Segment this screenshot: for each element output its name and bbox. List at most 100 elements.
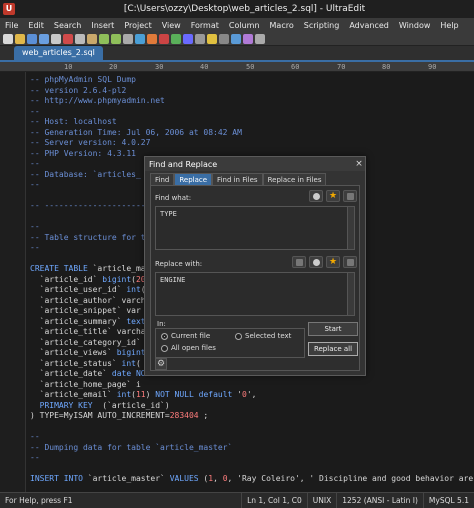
code-line[interactable]: -- xyxy=(30,159,40,168)
menu-insert[interactable]: Insert xyxy=(86,21,119,30)
tab-find[interactable]: Find xyxy=(150,173,175,185)
code-line[interactable]: -- phpMyAdmin SQL Dump xyxy=(30,75,136,84)
tab-web-articles[interactable]: web_articles_2.sql xyxy=(14,46,103,60)
menu-edit[interactable]: Edit xyxy=(23,21,49,30)
tab-replace[interactable]: Replace xyxy=(174,173,213,185)
code-line[interactable]: `article_views` bigint xyxy=(30,348,146,357)
stop-icon[interactable] xyxy=(159,33,169,44)
hex-icon[interactable] xyxy=(219,33,229,44)
paste-icon[interactable] xyxy=(87,33,97,44)
menu-window[interactable]: Window xyxy=(394,21,436,30)
menu-macro[interactable]: Macro xyxy=(265,21,299,30)
code-line[interactable]: -- Table structure for t xyxy=(30,233,146,242)
find-what-input[interactable]: TYPE xyxy=(155,206,355,250)
status-syntax[interactable]: MySQL 5.1 xyxy=(422,492,474,508)
code-line[interactable]: -- xyxy=(30,243,40,252)
redo-icon[interactable] xyxy=(111,33,121,44)
menu-file[interactable]: File xyxy=(0,21,23,30)
code-line[interactable]: -- http://www.phpmyadmin.net xyxy=(30,96,165,105)
code-line[interactable]: `article_category_id` xyxy=(30,338,141,347)
copy-icon[interactable] xyxy=(75,33,85,44)
run-icon[interactable] xyxy=(171,33,181,44)
menu-scripting[interactable]: Scripting xyxy=(299,21,345,30)
code-line[interactable]: `article_email` int(11) NOT NULL default… xyxy=(30,390,257,399)
code-line[interactable]: -- Dumping data for table `article_maste… xyxy=(30,443,232,452)
code-line[interactable]: ) TYPE=MyISAM AUTO_INCREMENT=283404 ; xyxy=(30,411,208,420)
replace-options-icon[interactable] xyxy=(343,256,357,268)
radio-current-file[interactable] xyxy=(161,332,168,340)
find-scrollbar[interactable] xyxy=(347,207,354,249)
ftp-icon[interactable] xyxy=(231,33,241,44)
undo-icon[interactable] xyxy=(99,33,109,44)
settings-icon[interactable] xyxy=(255,33,265,44)
replace-icon[interactable] xyxy=(135,33,145,44)
code-line[interactable]: PRIMARY KEY (`article_id`) xyxy=(30,401,170,410)
find-icon[interactable] xyxy=(123,33,133,44)
code-line[interactable]: -- xyxy=(30,222,40,231)
replace-scrollbar[interactable] xyxy=(347,273,354,315)
code-line[interactable]: `article_date` date NO xyxy=(30,369,146,378)
options-icon[interactable] xyxy=(343,190,357,202)
menu-view[interactable]: View xyxy=(157,21,186,30)
code-line[interactable]: `article_snippet` var xyxy=(30,306,141,315)
code-line[interactable]: -- Server version: 4.0.27 xyxy=(30,138,150,147)
new-file-icon[interactable] xyxy=(3,33,13,44)
cut-icon[interactable] xyxy=(63,33,73,44)
code-line[interactable]: `article_author` varch xyxy=(30,296,146,305)
code-line[interactable]: `article_status` int( xyxy=(30,359,141,368)
radio-selected-text[interactable] xyxy=(235,332,242,340)
scope-all-open-files[interactable]: All open files xyxy=(161,344,216,352)
scope-current-file[interactable]: Current file xyxy=(161,332,210,340)
macro-icon[interactable] xyxy=(243,33,253,44)
status-line-ending[interactable]: UNIX xyxy=(306,492,336,508)
code-line[interactable]: -- xyxy=(30,107,40,116)
menu-search[interactable]: Search xyxy=(49,21,86,30)
menu-advanced[interactable]: Advanced xyxy=(344,21,394,30)
code-line[interactable]: -- Database: `articles_ xyxy=(30,170,141,179)
menu-help[interactable]: Help xyxy=(435,21,463,30)
menu-project[interactable]: Project xyxy=(119,21,156,30)
gear-icon[interactable]: ⚙ xyxy=(155,358,167,370)
open-folder-icon[interactable] xyxy=(15,33,25,44)
ultraedit-app-icon[interactable]: U xyxy=(3,3,15,15)
code-line[interactable]: `article_id` bigint(20 xyxy=(30,275,146,284)
browser-icon[interactable] xyxy=(147,33,157,44)
replace-case-icon[interactable] xyxy=(292,256,306,268)
code-line[interactable]: -- Host: localhost xyxy=(30,117,117,126)
code-line[interactable]: `article_user_id` int( xyxy=(30,285,146,294)
code-line[interactable]: -- xyxy=(30,453,40,462)
menu-column[interactable]: Column xyxy=(224,21,265,30)
line-number-gutter[interactable] xyxy=(0,72,26,492)
code-line[interactable]: INSERT INTO `article_master` VALUES (1, … xyxy=(30,474,473,483)
replace-favorites-star-icon[interactable]: ★ xyxy=(326,256,340,268)
code-line[interactable]: `article_summary` text xyxy=(30,317,146,326)
favorites-star-icon[interactable]: ★ xyxy=(326,190,340,202)
code-line[interactable]: `article_title` varcha xyxy=(30,327,146,336)
replace-regex-icon[interactable] xyxy=(309,256,323,268)
close-icon[interactable]: × xyxy=(353,158,365,170)
regex-icon[interactable] xyxy=(309,190,323,202)
code-line[interactable]: `article_home_page` i xyxy=(30,380,141,389)
status-encoding[interactable]: 1252 (ANSI - Latin I) xyxy=(336,492,423,508)
code-line[interactable]: -- xyxy=(30,432,40,441)
bookmark-icon[interactable] xyxy=(207,33,217,44)
start-button[interactable]: Start xyxy=(308,322,358,336)
save-icon[interactable] xyxy=(27,33,37,44)
dialog-title-bar[interactable]: Find and Replace × xyxy=(145,157,365,171)
code-line[interactable]: CREATE TABLE `article_ma xyxy=(30,264,146,273)
radio-all-open-files[interactable] xyxy=(161,344,168,352)
print-icon[interactable] xyxy=(51,33,61,44)
replace-with-input[interactable]: ENGINE xyxy=(155,272,355,316)
tab-replace-in-files[interactable]: Replace in Files xyxy=(262,173,327,185)
code-line[interactable]: -- version 2.6.4-pl2 xyxy=(30,86,126,95)
save-all-icon[interactable] xyxy=(39,33,49,44)
menu-format[interactable]: Format xyxy=(186,21,224,30)
code-line[interactable]: -- PHP Version: 4.3.11 xyxy=(30,149,136,158)
tab-find-in-files[interactable]: Find in Files xyxy=(212,173,263,185)
replace-all-button[interactable]: Replace all xyxy=(308,342,358,356)
column-mode-icon[interactable] xyxy=(195,33,205,44)
code-line[interactable]: -- xyxy=(30,180,40,189)
scope-selected-text[interactable]: Selected text xyxy=(235,332,291,340)
status-position[interactable]: Ln 1, Col 1, C0 xyxy=(241,492,307,508)
code-line[interactable]: -- Generation Time: Jul 06, 2006 at 08:4… xyxy=(30,128,242,137)
